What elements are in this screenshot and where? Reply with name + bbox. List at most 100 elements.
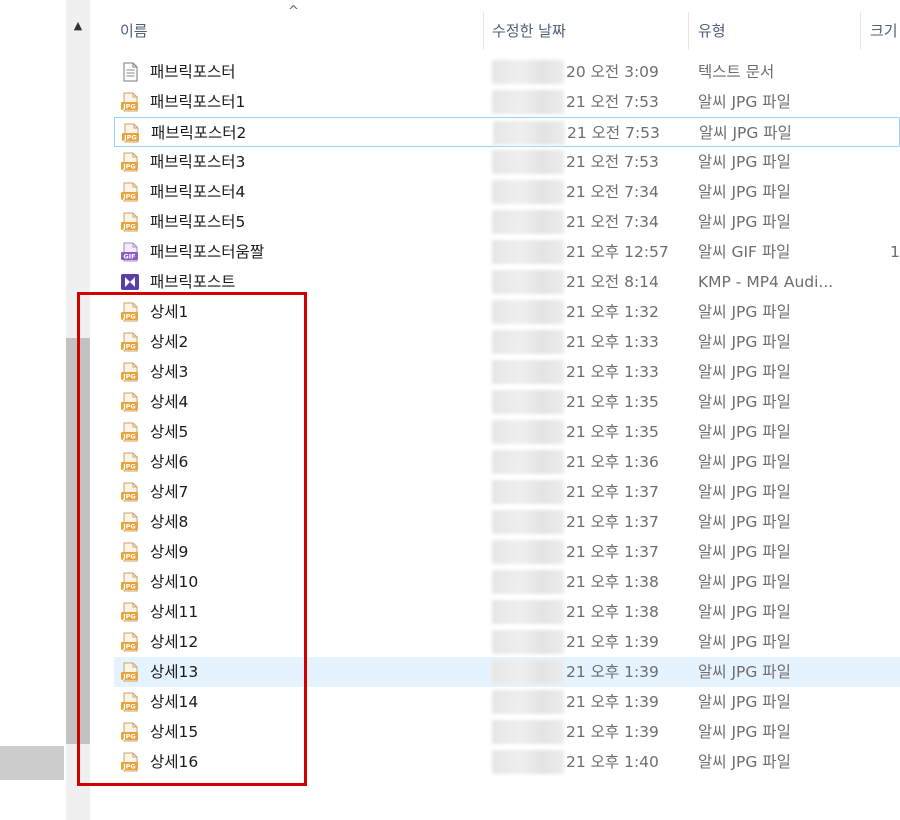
jpg-file-icon: JPG — [120, 152, 140, 172]
jpg-file-icon: JPG — [120, 182, 140, 202]
file-modified-date: 21 오후 1:37 — [566, 483, 659, 501]
file-type: 알씨 JPG 파일 — [698, 423, 791, 441]
file-type: 알씨 JPG 파일 — [698, 213, 791, 231]
svg-text:JPG: JPG — [122, 163, 136, 171]
redacted-date-prefix — [493, 121, 565, 145]
redacted-date-prefix — [492, 360, 564, 384]
redacted-date-prefix — [492, 180, 564, 204]
file-row[interactable]: JPG 패브릭포스터4 21 오전 7:34 알씨 JPG 파일 — [114, 177, 900, 207]
nav-selected-item[interactable] — [0, 746, 64, 780]
file-name: 패브릭포스터 — [150, 63, 236, 81]
file-type: 알씨 JPG 파일 — [698, 603, 791, 621]
column-divider[interactable] — [860, 12, 861, 50]
file-type: 알씨 JPG 파일 — [698, 93, 791, 111]
redacted-date-prefix — [492, 660, 564, 684]
file-modified-date: 21 오후 1:39 — [566, 723, 659, 741]
file-modified-date: 21 오전 7:53 — [566, 93, 659, 111]
column-header-date[interactable]: 수정한 날짜 — [492, 8, 566, 54]
file-type: 알씨 JPG 파일 — [698, 633, 791, 651]
redacted-date-prefix — [492, 60, 564, 84]
file-modified-date: 21 오후 1:36 — [566, 453, 659, 471]
file-modified-date: 21 오전 7:34 — [566, 213, 659, 231]
navigation-pane[interactable] — [0, 0, 66, 820]
file-type: 알씨 GIF 파일 — [698, 243, 791, 261]
jpg-file-icon: JPG — [120, 212, 140, 232]
column-header-name[interactable]: 이름 — [120, 8, 148, 54]
file-type: 알씨 JPG 파일 — [698, 753, 791, 771]
file-modified-date: 21 오후 1:35 — [566, 423, 659, 441]
file-type: 알씨 JPG 파일 — [699, 124, 792, 142]
redacted-date-prefix — [492, 210, 564, 234]
file-modified-date: 21 오후 1:35 — [566, 393, 659, 411]
scroll-up-arrow-icon[interactable]: ▲ — [66, 14, 90, 36]
file-row[interactable]: JPG 패브릭포스터3 21 오전 7:53 알씨 JPG 파일 — [114, 147, 900, 177]
file-modified-date: 20 오전 3:09 — [566, 63, 659, 81]
file-row[interactable]: JPG 패브릭포스터1 21 오전 7:53 알씨 JPG 파일 — [114, 87, 900, 117]
file-modified-date: 21 오후 1:33 — [566, 333, 659, 351]
file-modified-date: 21 오후 1:37 — [566, 543, 659, 561]
file-type: 알씨 JPG 파일 — [698, 573, 791, 591]
file-row[interactable]: 패브릭포스터 20 오전 3:09 텍스트 문서 — [114, 57, 900, 87]
file-row[interactable]: JPG 패브릭포스터2 21 오전 7:53 알씨 JPG 파일 — [114, 117, 900, 147]
file-modified-date: 21 오후 1:32 — [566, 303, 659, 321]
file-type: 텍스트 문서 — [698, 63, 775, 81]
file-modified-date: 21 오후 1:39 — [566, 693, 659, 711]
file-modified-date: 21 오전 7:34 — [566, 183, 659, 201]
jpg-file-icon: JPG — [121, 123, 141, 143]
file-modified-date: 21 오후 1:40 — [566, 753, 659, 771]
annotation-red-box — [77, 292, 307, 786]
file-name: 패브릭포스터4 — [150, 183, 246, 201]
file-modified-date: 21 오후 1:39 — [566, 663, 659, 681]
redacted-date-prefix — [492, 330, 564, 354]
file-modified-date: 21 오후 1:33 — [566, 363, 659, 381]
redacted-date-prefix — [492, 390, 564, 414]
file-type: 알씨 JPG 파일 — [698, 693, 791, 711]
sort-ascending-icon: ^ — [288, 4, 299, 19]
text-file-icon — [120, 62, 140, 82]
file-modified-date: 21 오후 1:38 — [566, 603, 659, 621]
file-row[interactable]: JPG 패브릭포스터5 21 오전 7:34 알씨 JPG 파일 — [114, 207, 900, 237]
file-type: 알씨 JPG 파일 — [698, 303, 791, 321]
redacted-date-prefix — [492, 150, 564, 174]
redacted-date-prefix — [492, 540, 564, 564]
redacted-date-prefix — [492, 600, 564, 624]
file-type: 알씨 JPG 파일 — [698, 183, 791, 201]
file-name: 패브릭포스터3 — [150, 153, 246, 171]
file-type: 알씨 JPG 파일 — [698, 663, 791, 681]
file-modified-date: 21 오전 7:53 — [566, 153, 659, 171]
file-modified-date: 21 오후 1:37 — [566, 513, 659, 531]
file-row[interactable]: GIF 패브릭포스터움짤 21 오후 12:57 알씨 GIF 파일 1 — [114, 237, 900, 267]
file-modified-date: 21 오후 12:57 — [566, 243, 669, 261]
file-modified-date: 21 오전 7:53 — [567, 124, 660, 142]
redacted-date-prefix — [492, 240, 564, 264]
file-name: 패브릭포스터1 — [150, 93, 246, 111]
file-type: KMP - MP4 Audi... — [698, 273, 834, 291]
jpg-file-icon: JPG — [120, 92, 140, 112]
redacted-date-prefix — [492, 450, 564, 474]
file-type: 알씨 JPG 파일 — [698, 483, 791, 501]
redacted-date-prefix — [492, 510, 564, 534]
column-header-type[interactable]: 유형 — [698, 8, 726, 54]
column-divider[interactable] — [483, 12, 484, 50]
redacted-date-prefix — [492, 300, 564, 324]
file-type: 알씨 JPG 파일 — [698, 333, 791, 351]
file-name: 패브릭포스터움짤 — [150, 243, 265, 261]
column-header-size[interactable]: 크기 — [870, 8, 898, 54]
file-type: 알씨 JPG 파일 — [698, 723, 791, 741]
redacted-date-prefix — [492, 750, 564, 774]
redacted-date-prefix — [492, 570, 564, 594]
svg-text:JPG: JPG — [122, 223, 136, 231]
svg-text:GIF: GIF — [123, 253, 135, 261]
redacted-date-prefix — [492, 690, 564, 714]
column-divider[interactable] — [688, 12, 689, 50]
file-modified-date: 21 오후 1:39 — [566, 633, 659, 651]
redacted-date-prefix — [492, 720, 564, 744]
redacted-date-prefix — [492, 90, 564, 114]
kmp-video-icon — [120, 272, 140, 292]
svg-text:JPG: JPG — [122, 103, 136, 111]
redacted-date-prefix — [492, 420, 564, 444]
file-type: 알씨 JPG 파일 — [698, 513, 791, 531]
file-type: 알씨 JPG 파일 — [698, 453, 791, 471]
file-size: 1 — [890, 243, 900, 261]
file-modified-date: 21 오후 1:38 — [566, 573, 659, 591]
